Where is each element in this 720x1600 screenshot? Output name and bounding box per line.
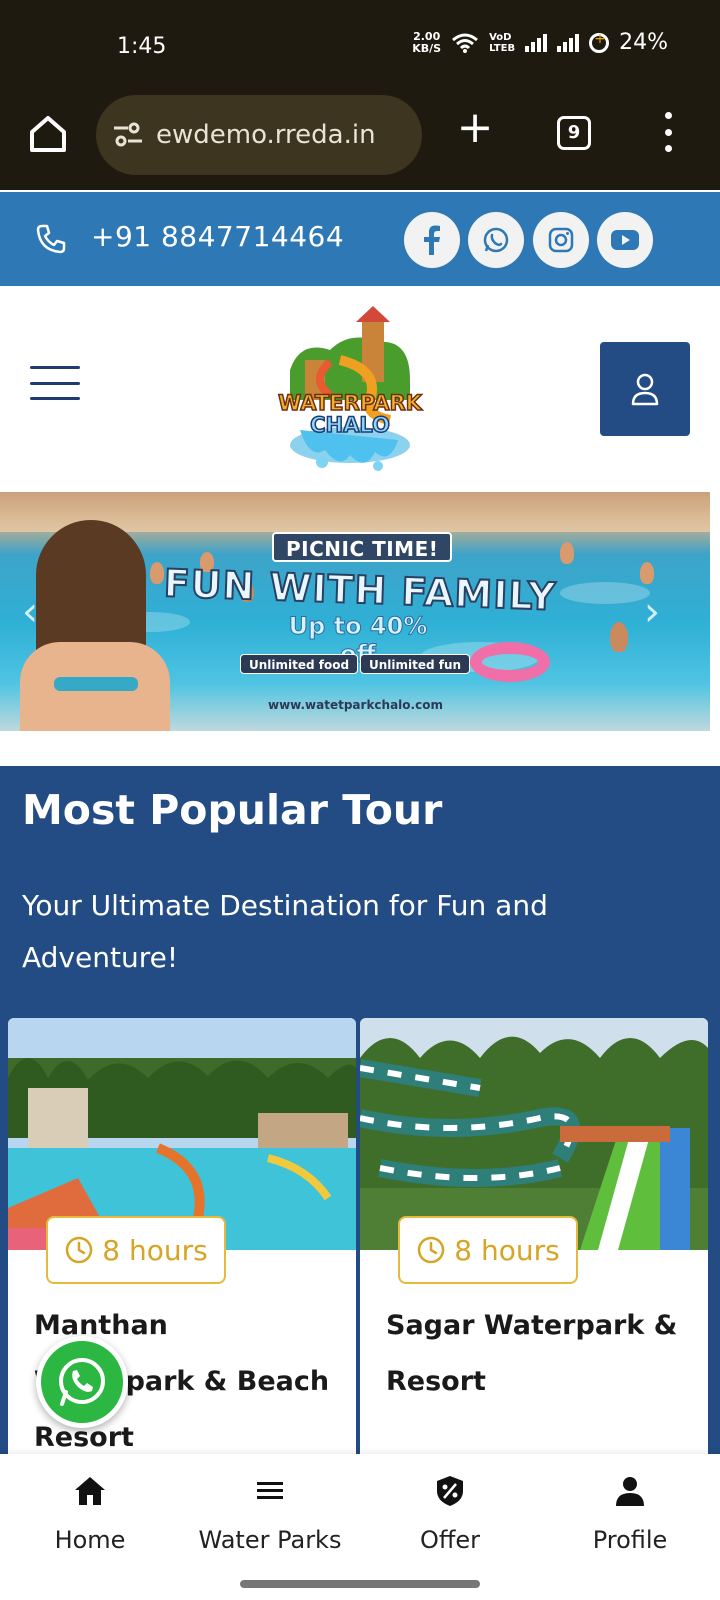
banner-girl-swimsuit xyxy=(54,677,138,691)
youtube-icon xyxy=(611,230,639,250)
signal-icon-2 xyxy=(557,33,580,52)
battery-level: 24% xyxy=(619,30,668,55)
nav-home[interactable]: Home xyxy=(0,1474,180,1574)
clock-icon xyxy=(66,1236,93,1264)
whatsapp-icon xyxy=(483,227,509,253)
volte-bottom: LTEB xyxy=(489,42,516,54)
banner-ripple xyxy=(560,582,650,604)
promo-banner-carousel[interactable]: PICNIC TIME! FUN WITH FAMILY Up to 40% o… xyxy=(0,492,710,731)
whatsapp-icon xyxy=(59,1358,105,1406)
duration-badge: 8 hours xyxy=(398,1216,578,1284)
banner-pill: PICNIC TIME! xyxy=(272,532,453,562)
banner-url: www.watetparkchalo.com xyxy=(268,698,443,712)
site-header: WATERPARK CHALO xyxy=(0,286,720,492)
user-icon xyxy=(631,373,659,406)
phone-link[interactable]: +91 8847714464 xyxy=(91,220,344,253)
home-icon xyxy=(75,1477,105,1505)
banner-chip-food: Unlimited food xyxy=(240,654,359,674)
new-tab-button[interactable]: + xyxy=(455,106,495,150)
section-tagline: Your Ultimate Destination for Fun and Ad… xyxy=(22,889,548,974)
whatsapp-chat-button[interactable] xyxy=(36,1336,128,1428)
clock-icon xyxy=(418,1236,445,1264)
offer-badge-icon xyxy=(437,1476,463,1506)
nav-offer[interactable]: Offer xyxy=(360,1474,540,1574)
banner-swimmer xyxy=(640,562,654,584)
youtube-button[interactable] xyxy=(597,212,653,268)
logo-text-line2: CHALO xyxy=(310,413,390,437)
tour-card[interactable]: 8 hours Sagar Waterpark & Resort xyxy=(360,1018,708,1478)
logo-text-line1: WATERPARK xyxy=(278,391,423,415)
waterpark-chalo-logo[interactable]: WATERPARK CHALO xyxy=(270,300,430,472)
banner-headline: FUN WITH FAMILY xyxy=(162,560,558,620)
person-icon xyxy=(616,1477,644,1506)
tab-switcher-button[interactable]: 9 xyxy=(557,116,591,150)
contact-bar: +91 8847714464 xyxy=(0,192,720,286)
duration-text: 8 hours xyxy=(102,1233,208,1267)
nav-water-parks[interactable]: Water Parks xyxy=(180,1474,360,1574)
data-speed: 2.00 KB/S xyxy=(412,29,442,55)
nav-label: Offer xyxy=(419,1526,481,1554)
section-title: Most Popular Tour xyxy=(22,786,443,834)
menu-icon xyxy=(257,1482,283,1499)
duration-badge: 8 hours xyxy=(46,1216,226,1284)
status-bar: 1:45 2.00 KB/S VoD LTEB 24% xyxy=(0,0,720,92)
bottom-navigation: Home Water Parks Offer Profile xyxy=(0,1454,720,1600)
status-time: 1:45 xyxy=(117,34,167,59)
duration-text: 8 hours xyxy=(454,1233,560,1267)
carousel-prev-icon[interactable]: ‹ xyxy=(22,592,38,632)
browser-home-icon[interactable] xyxy=(26,112,70,156)
whatsapp-button[interactable] xyxy=(468,212,524,268)
instagram-button[interactable] xyxy=(533,212,589,268)
browser-toolbar: ewdemo.rreda.in + 9 xyxy=(0,92,720,190)
phone-icon xyxy=(36,224,66,254)
facebook-button[interactable] xyxy=(404,212,460,268)
battery-icon xyxy=(589,31,610,53)
signal-icon-1 xyxy=(525,33,548,52)
data-speed-value: 2.00 xyxy=(413,29,441,43)
banner-float-ring xyxy=(470,642,550,682)
status-icons: 2.00 KB/S VoD LTEB 24% xyxy=(412,30,668,55)
nav-label: Home xyxy=(54,1526,126,1554)
nav-profile[interactable]: Profile xyxy=(540,1474,720,1574)
volte-top: VoD xyxy=(489,31,512,43)
site-settings-icon[interactable] xyxy=(112,122,144,148)
facebook-icon xyxy=(424,225,440,255)
nav-label: Profile xyxy=(592,1526,668,1554)
address-bar[interactable]: ewdemo.rreda.in xyxy=(96,95,422,175)
tour-name[interactable]: Sagar Waterpark & Resort xyxy=(386,1298,686,1410)
url-text: ewdemo.rreda.in xyxy=(156,120,376,150)
account-button[interactable] xyxy=(600,342,690,436)
banner-chip-fun: Unlimited fun xyxy=(360,654,471,674)
volte-icon: VoD LTEB xyxy=(489,32,515,54)
hamburger-menu-icon[interactable] xyxy=(30,366,80,400)
carousel-next-icon[interactable]: › xyxy=(644,592,660,632)
instagram-icon xyxy=(548,227,574,253)
nav-label: Water Parks xyxy=(198,1526,342,1554)
data-speed-unit: KB/S xyxy=(412,41,442,55)
gesture-bar[interactable] xyxy=(240,1580,480,1588)
banner-swimmer xyxy=(610,622,628,652)
more-menu-icon[interactable] xyxy=(660,112,676,152)
wifi-icon xyxy=(452,33,479,53)
banner-swimmer xyxy=(560,542,574,564)
